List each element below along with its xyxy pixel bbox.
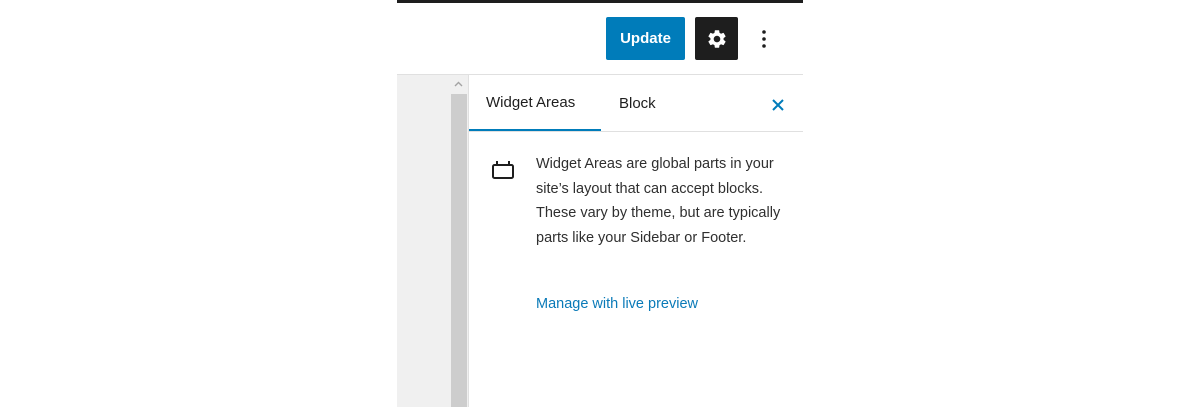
close-icon [772, 99, 784, 111]
vertical-ellipsis-icon [762, 30, 766, 48]
sidebar-tabs: Widget Areas Block [469, 75, 803, 132]
manage-live-preview-link[interactable]: Manage with live preview [536, 292, 698, 316]
scroll-thumb[interactable] [451, 94, 467, 407]
settings-button[interactable] [695, 17, 738, 60]
update-button[interactable]: Update [606, 17, 685, 60]
close-sidebar-button[interactable] [766, 93, 790, 117]
widget-area-icon [492, 161, 514, 179]
settings-sidebar: Widget Areas Block Widget Areas are glob… [468, 75, 803, 407]
widget-areas-description: Widget Areas are global parts in your si… [536, 156, 781, 246]
more-options-button[interactable] [751, 21, 777, 57]
editor-canvas [397, 75, 449, 407]
scroll-up-arrow[interactable] [449, 75, 468, 92]
tab-block[interactable]: Block [619, 75, 679, 131]
chevron-up-icon [454, 81, 463, 86]
scrollbar[interactable] [449, 75, 468, 407]
tab-widget-areas[interactable]: Widget Areas [469, 75, 601, 131]
gear-icon [707, 29, 726, 48]
editor-header: Update [397, 3, 803, 75]
editor-frame: Update Widget Areas Block Widget Areas a… [397, 0, 803, 407]
